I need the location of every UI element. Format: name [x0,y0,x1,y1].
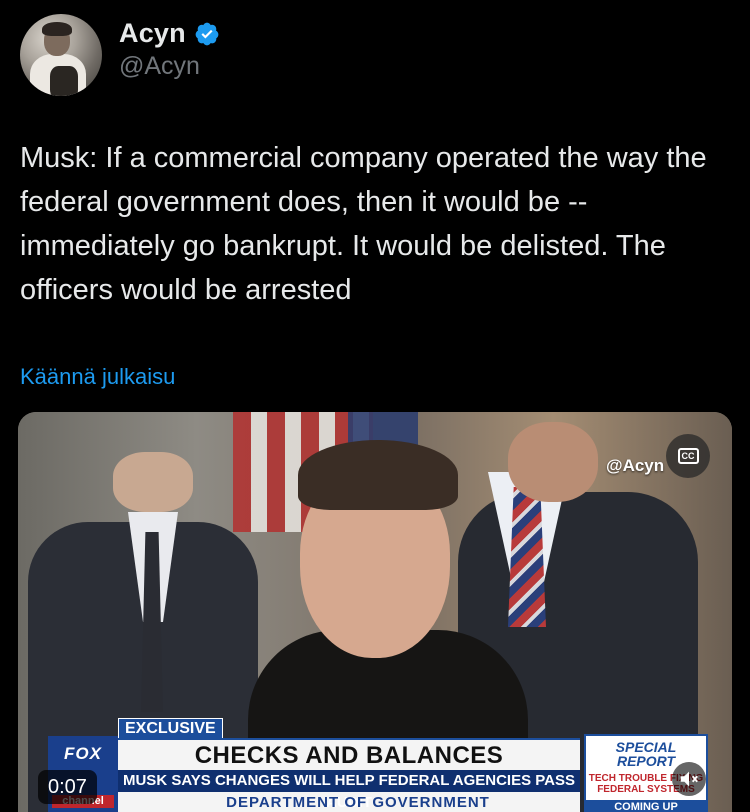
video-time-badge: 0:07 [38,770,97,804]
video-watermark: @Acyn [606,456,665,475]
translate-post-link[interactable]: Käännä julkaisu [20,364,175,390]
tweet-page: Acyn @Acyn Musk: If a commercial company… [0,0,750,812]
avatar-hair-shape [42,22,72,36]
speaker-muted-icon [680,771,698,787]
verified-badge-icon [195,22,219,45]
chyron-footer: DEPARTMENT OF GOVERNMENT EFFICIENCY [226,794,490,812]
chyron-tag: EXCLUSIVE [118,718,223,740]
person-center-hair [298,440,458,510]
handle[interactable]: @Acyn [119,52,220,81]
captions-button[interactable]: CC [666,434,710,478]
display-name-line: Acyn [119,18,220,49]
tweet-text: Musk: If a commercial company operated t… [20,142,715,306]
video-player[interactable]: @Acyn CC EXCLUSIVE FOX channel CHECKS AN… [18,412,732,812]
mute-button[interactable] [672,762,706,796]
chyron-subline: MUSK SAYS CHANGES WILL HELP FEDERAL AGEN… [118,770,580,811]
author-row: Acyn @Acyn [20,14,220,96]
display-name[interactable]: Acyn [119,18,186,49]
chyron-main: CHECKS AND BALANCES MUSK SAYS CHANGES WI… [118,738,580,812]
captions-icon: CC [677,448,699,464]
network-logo-text: FOX [64,744,102,763]
special-report-coming: COMING UP [586,800,706,812]
person-left-head [113,452,193,512]
author-names: Acyn @Acyn [119,18,220,81]
avatar-dark-shape [50,66,78,96]
chyron-headline: CHECKS AND BALANCES [194,742,504,769]
avatar[interactable] [20,14,102,96]
